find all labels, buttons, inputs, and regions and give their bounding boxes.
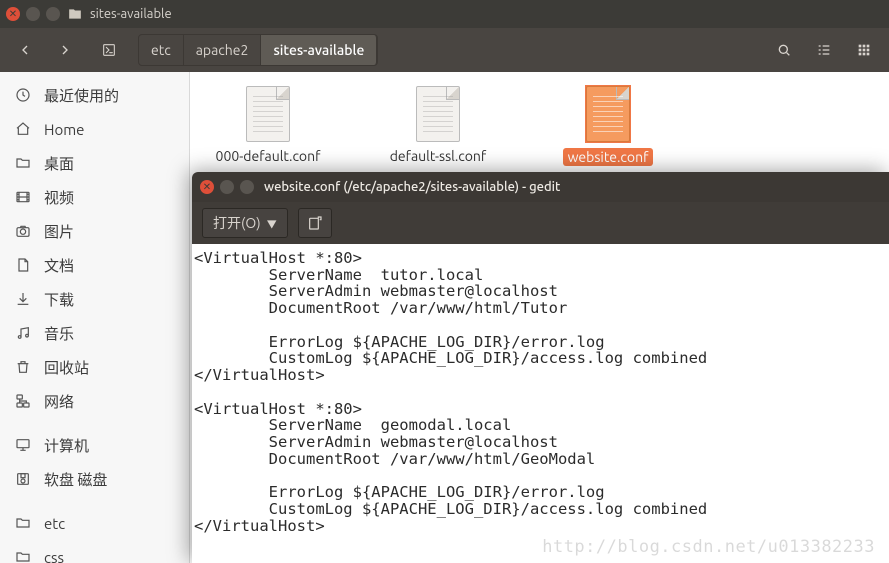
maximize-icon[interactable] (240, 180, 254, 194)
minimize-icon[interactable] (220, 180, 234, 194)
download-icon (14, 291, 32, 307)
document-icon (246, 86, 290, 142)
folder-icon (14, 155, 32, 171)
sidebar-item[interactable]: 图片 (0, 214, 189, 248)
file-item[interactable]: website.conf (550, 86, 666, 166)
sidebar-item-label: 音乐 (44, 323, 74, 344)
sidebar-item-label: css (44, 549, 64, 563)
breadcrumb: etc apache2 sites-available (138, 34, 378, 66)
open-button-label: 打开(O) (213, 213, 261, 233)
folder-icon (14, 515, 32, 531)
chevron-down-icon: ▼ (267, 216, 277, 231)
open-button[interactable]: 打开(O) ▼ (202, 208, 288, 238)
sidebar-item-label: 视频 (44, 187, 74, 208)
sidebar-item-label: 下载 (44, 289, 74, 310)
music-icon (14, 325, 32, 341)
sidebar-item[interactable]: 下载 (0, 282, 189, 316)
computer-icon (14, 437, 32, 453)
file-item[interactable]: default-ssl.conf (380, 86, 496, 166)
editor-text[interactable]: <VirtualHost *:80> ServerName tutor.loca… (192, 244, 889, 563)
list-view-button[interactable] (807, 35, 841, 65)
sidebar-item[interactable]: 软盘 磁盘 (0, 462, 189, 496)
sidebar-item[interactable]: 网络 (0, 384, 189, 418)
sidebar-item[interactable]: 计算机 (0, 428, 189, 462)
gedit-title: website.conf (/etc/apache2/sites-availab… (264, 180, 560, 194)
video-icon (14, 189, 32, 205)
sidebar-item-label: 文档 (44, 255, 74, 276)
sidebar-item[interactable]: 视频 (0, 180, 189, 214)
gedit-titlebar[interactable]: ✕ website.conf (/etc/apache2/sites-avail… (192, 172, 889, 202)
fm-titlebar[interactable]: ✕ sites-available (0, 0, 889, 28)
sidebar-item-label: 计算机 (44, 435, 89, 456)
sidebar-item-label: 回收站 (44, 357, 89, 378)
forward-button[interactable] (48, 35, 82, 65)
back-button[interactable] (8, 35, 42, 65)
grid-view-button[interactable] (847, 35, 881, 65)
sidebar-item-label: 网络 (44, 391, 74, 412)
sidebar-item-label: 软盘 磁盘 (44, 469, 107, 490)
sidebar-item-label: 图片 (44, 221, 74, 242)
home-icon (14, 121, 32, 137)
document-icon (14, 257, 32, 273)
gedit-toolbar: 打开(O) ▼ (192, 202, 889, 244)
sidebar-item[interactable]: css (0, 540, 189, 563)
window-controls: ✕ (6, 7, 60, 21)
sidebar-item[interactable]: etc (0, 506, 189, 540)
folder-icon (68, 6, 82, 22)
disk-icon (14, 471, 32, 487)
close-icon[interactable]: ✕ (6, 7, 20, 21)
sidebar-item[interactable]: 回收站 (0, 350, 189, 384)
document-icon (416, 86, 460, 142)
window-title: sites-available (90, 7, 172, 21)
sidebar-item[interactable]: 最近使用的 (0, 78, 189, 112)
gedit-window: ✕ website.conf (/etc/apache2/sites-avail… (192, 172, 889, 563)
fm-toolbar: etc apache2 sites-available (0, 28, 889, 72)
window-controls: ✕ (200, 180, 254, 194)
path-view-button[interactable] (92, 35, 126, 65)
folder-icon (14, 549, 32, 563)
sidebar-item[interactable]: Home (0, 112, 189, 146)
sidebar-item-label: etc (44, 515, 65, 532)
file-name: default-ssl.conf (390, 148, 487, 164)
close-icon[interactable]: ✕ (200, 180, 214, 194)
sidebar-item[interactable]: 音乐 (0, 316, 189, 350)
sidebar[interactable]: 最近使用的 Home 桌面 视频 图片 文档 下载 音乐 回收站 网络 (0, 72, 190, 563)
file-name: website.conf (563, 148, 654, 166)
breadcrumb-segment[interactable]: etc (139, 35, 184, 65)
search-button[interactable] (767, 35, 801, 65)
sidebar-item[interactable]: 桌面 (0, 146, 189, 180)
minimize-icon[interactable] (26, 7, 40, 21)
breadcrumb-segment-active[interactable]: sites-available (261, 35, 377, 65)
breadcrumb-segment[interactable]: apache2 (184, 35, 262, 65)
network-icon (14, 393, 32, 409)
document-icon (586, 86, 630, 142)
sidebar-item[interactable]: 文档 (0, 248, 189, 282)
sidebar-item-label: 最近使用的 (44, 85, 119, 106)
trash-icon (14, 359, 32, 375)
sidebar-item-label: Home (44, 121, 84, 138)
clock-icon (14, 87, 32, 103)
new-tab-button[interactable] (298, 208, 332, 238)
file-name: 000-default.conf (216, 148, 321, 164)
maximize-icon[interactable] (46, 7, 60, 21)
file-item[interactable]: 000-default.conf (210, 86, 326, 166)
camera-icon (14, 223, 32, 239)
sidebar-item-label: 桌面 (44, 153, 74, 174)
